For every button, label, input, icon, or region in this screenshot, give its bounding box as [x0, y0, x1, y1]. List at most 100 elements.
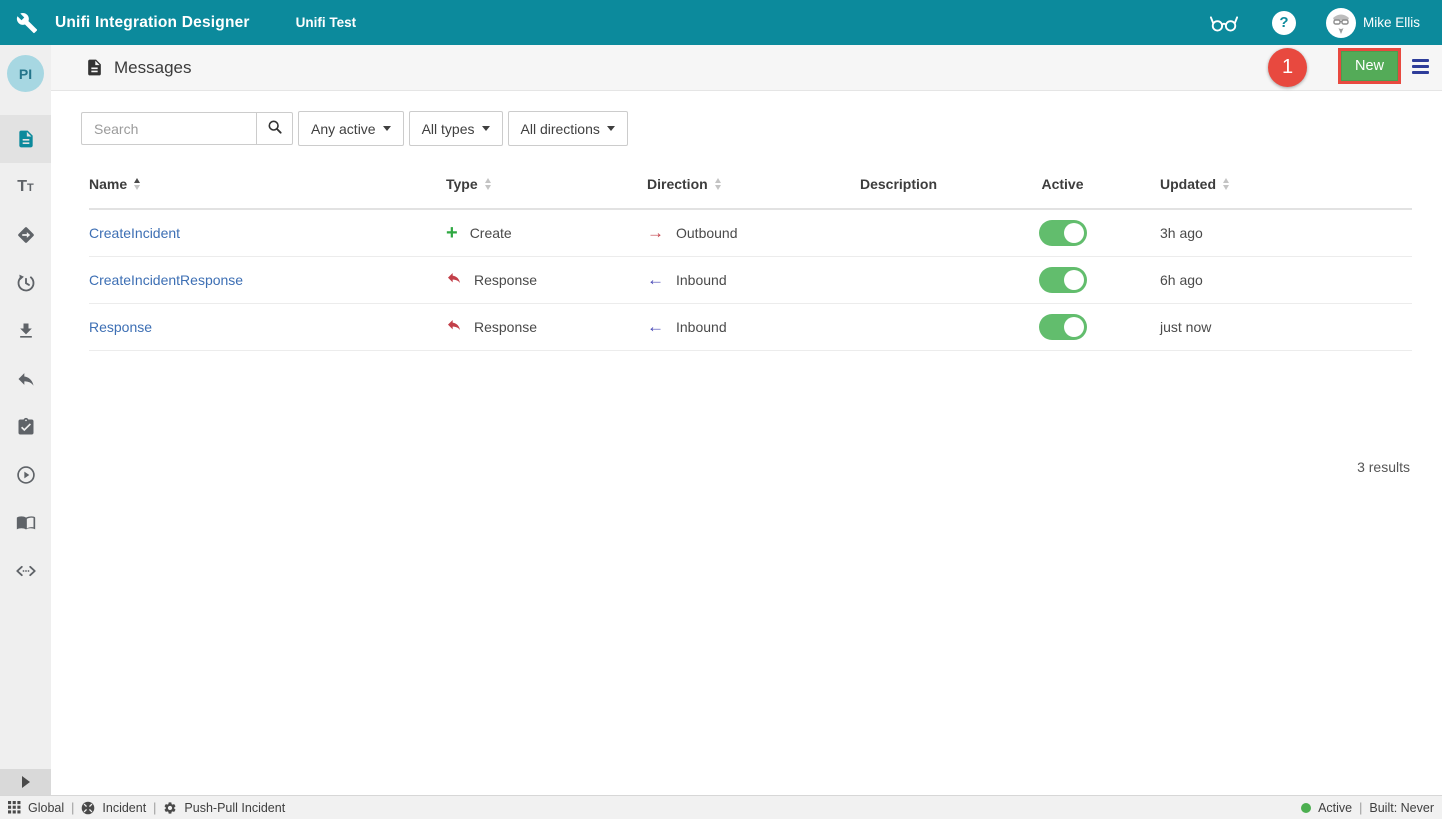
sort-icon [1223, 178, 1229, 190]
column-header-name[interactable]: Name [89, 176, 446, 192]
arrow-left-icon: ← [647, 320, 664, 334]
reply-icon [446, 318, 462, 337]
hamburger-menu-icon[interactable] [1412, 59, 1429, 74]
instance-name: Unifi Test [296, 15, 357, 30]
integration-label[interactable]: Push-Pull Incident [184, 801, 285, 815]
sort-icon [715, 178, 721, 190]
direction-label: Outbound [676, 225, 738, 241]
scope-label[interactable]: Global [28, 801, 64, 815]
history-clock-icon [16, 273, 36, 293]
sidebar-item-reply[interactable] [0, 355, 51, 403]
text-format-icon: TT [17, 179, 34, 195]
user-avatar[interactable] [1326, 8, 1356, 38]
wrench-icon [16, 12, 38, 34]
arrow-left-icon: ← [647, 273, 664, 287]
search-input[interactable] [81, 112, 256, 145]
annotation-step-badge: 1 [1268, 48, 1307, 87]
filter-bar: Any active All types All directions [51, 91, 1442, 146]
direction-filter-label: All directions [521, 121, 600, 137]
messages-table: Name Type Direction Description Active [89, 160, 1412, 351]
new-button[interactable]: New [1341, 51, 1398, 81]
main-content: Messages 1 New Any active All types [51, 45, 1442, 796]
play-circle-icon [16, 465, 36, 485]
column-header-updated[interactable]: Updated [1120, 176, 1412, 192]
column-header-active: Active [1005, 176, 1120, 192]
table-row: CreateIncidentResponse Response ← Inboun… [89, 257, 1412, 304]
active-toggle[interactable] [1039, 220, 1087, 246]
active-toggle[interactable] [1039, 267, 1087, 293]
message-link[interactable]: Response [89, 319, 152, 335]
code-icon [15, 561, 37, 581]
separator: | [1359, 801, 1362, 815]
sort-asc-icon [134, 178, 140, 190]
message-link[interactable]: CreateIncidentResponse [89, 272, 243, 288]
table-header-row: Name Type Direction Description Active [89, 160, 1412, 210]
sidebar-item-text-format[interactable]: TT [0, 163, 51, 211]
table-row: CreateIncident + Create → Outbound 3h ag… [89, 210, 1412, 257]
process-label[interactable]: Incident [102, 801, 146, 815]
top-bar: Unifi Integration Designer Unifi Test ? … [0, 0, 1442, 45]
project-avatar[interactable]: PI [7, 55, 44, 92]
updated-cell: 6h ago [1120, 272, 1412, 288]
column-header-direction[interactable]: Direction [647, 176, 860, 192]
separator: | [71, 801, 74, 815]
column-header-description: Description [860, 176, 1005, 192]
gear-icon [163, 801, 177, 815]
incident-icon [81, 801, 95, 815]
sidebar-item-docs[interactable] [0, 499, 51, 547]
updated-cell: just now [1120, 319, 1412, 335]
reply-icon [16, 369, 36, 389]
sidebar-item-document[interactable] [0, 115, 51, 163]
direction-filter-dropdown[interactable]: All directions [508, 111, 628, 146]
help-icon[interactable]: ? [1272, 11, 1296, 35]
type-filter-dropdown[interactable]: All types [409, 111, 503, 146]
chevron-down-icon [383, 126, 391, 131]
sidebar-expand-button[interactable] [0, 769, 51, 795]
status-dot-icon [1301, 803, 1311, 813]
sort-icon [485, 178, 491, 190]
sidebar-item-tasks[interactable] [0, 403, 51, 451]
type-label: Response [474, 319, 537, 335]
sidebar-item-run[interactable] [0, 451, 51, 499]
direction-label: Inbound [676, 272, 727, 288]
glasses-icon[interactable] [1209, 12, 1239, 34]
sidebar-item-send[interactable] [0, 211, 51, 259]
user-name[interactable]: Mike Ellis [1363, 15, 1420, 30]
column-header-type[interactable]: Type [446, 176, 647, 192]
active-filter-dropdown[interactable]: Any active [298, 111, 404, 146]
chevron-down-icon [607, 126, 615, 131]
message-link[interactable]: CreateIncident [89, 225, 180, 241]
status-bar-right: Active | Built: Never [1301, 801, 1442, 815]
sidebar-item-history[interactable] [0, 259, 51, 307]
book-icon [16, 513, 36, 533]
sidebar-item-download[interactable] [0, 307, 51, 355]
page-header: Messages 1 New [51, 45, 1442, 91]
reply-icon [446, 271, 462, 290]
type-filter-label: All types [422, 121, 475, 137]
clipboard-check-icon [16, 417, 36, 437]
app-title: Unifi Integration Designer [55, 14, 250, 32]
chevron-down-icon [482, 126, 490, 131]
active-filter-label: Any active [311, 121, 376, 137]
sidebar-item-code[interactable] [0, 547, 51, 595]
sidebar-nav: TT [0, 115, 51, 595]
search-icon [267, 119, 283, 138]
download-icon [16, 321, 36, 341]
annotation-highlight-box: New [1338, 48, 1401, 84]
active-toggle[interactable] [1039, 314, 1087, 340]
status-bar: Global | Incident | Push-Pull Incident A… [0, 795, 1442, 819]
type-label: Create [470, 225, 512, 241]
chevron-right-icon [22, 776, 30, 788]
document-icon [16, 129, 36, 149]
arrow-right-icon: → [647, 226, 664, 240]
page-title: Messages [114, 58, 191, 78]
direction-label: Inbound [676, 319, 727, 335]
built-label: Built: Never [1369, 801, 1434, 815]
send-diamond-icon [16, 225, 36, 245]
grid-icon [8, 801, 21, 814]
app-window: Unifi Integration Designer Unifi Test ? … [0, 0, 1442, 819]
status-bar-left: Global | Incident | Push-Pull Incident [0, 801, 285, 815]
sidebar: PI TT [0, 45, 52, 796]
table-row: Response Response ← Inbound just now [89, 304, 1412, 351]
search-button[interactable] [256, 112, 293, 145]
